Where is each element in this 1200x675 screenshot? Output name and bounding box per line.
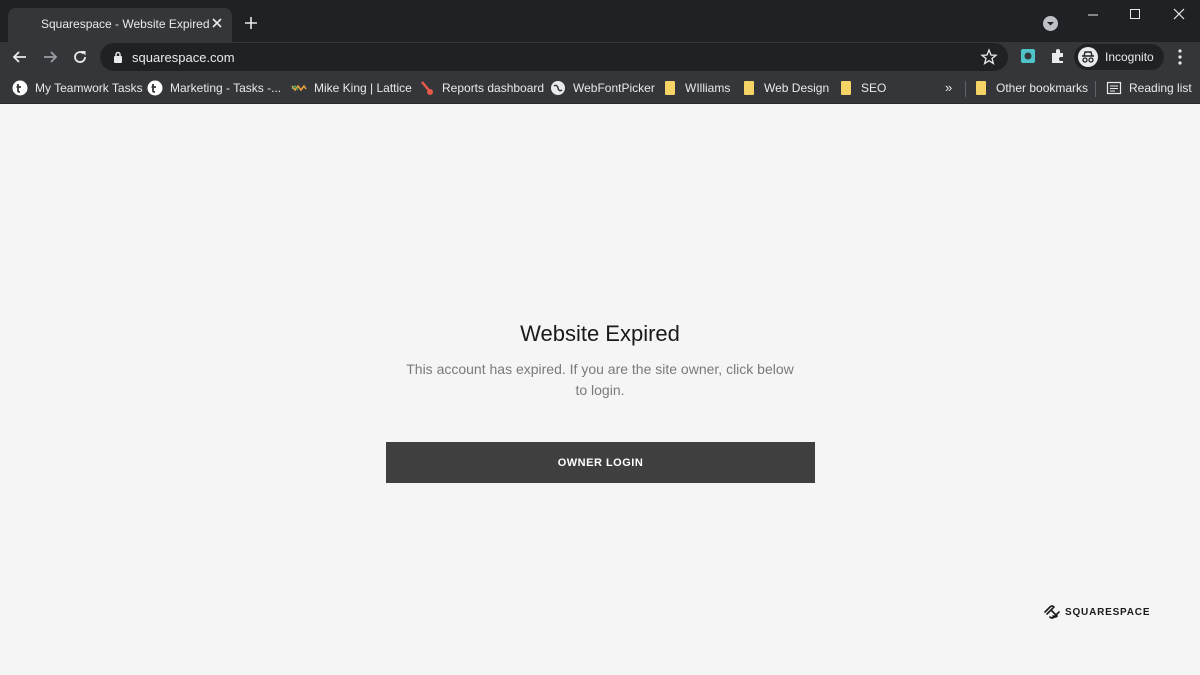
bookmark-label: SEO <box>861 81 887 95</box>
bookmark-lattice[interactable]: Mike King | Lattice <box>291 79 412 97</box>
other-bookmarks[interactable]: Other bookmarks <box>976 79 1088 97</box>
bookmark-label: WIlliams <box>685 81 731 95</box>
lattice-icon <box>291 84 307 92</box>
squarespace-brand[interactable]: SQUARESPACE <box>1043 604 1150 620</box>
bookmark-marketing-tasks[interactable]: Marketing - Tasks -... <box>147 79 281 97</box>
browser-toolbar: squarespace.com Incognito <box>0 42 1200 72</box>
reading-list-icon <box>1106 81 1122 95</box>
bookmark-my-teamwork-tasks[interactable]: My Teamwork Tasks <box>12 79 143 97</box>
reading-list[interactable]: Reading list <box>1106 79 1192 97</box>
bookmark-folder-web-design[interactable]: Web Design <box>744 79 829 97</box>
reading-list-label: Reading list <box>1129 81 1192 95</box>
squarespace-logo-icon <box>1044 605 1060 619</box>
reload-icon[interactable] <box>70 47 90 67</box>
back-arrow-icon[interactable] <box>10 47 30 67</box>
bookmark-label: My Teamwork Tasks <box>35 81 143 95</box>
folder-icon <box>841 81 851 95</box>
reports-icon <box>421 81 433 95</box>
squarespace-wordmark: SQUARESPACE <box>1065 606 1151 618</box>
tab-title: Squarespace - Website Expired <box>41 17 210 31</box>
bookmarks-divider <box>1095 81 1096 97</box>
browser-menu-icon[interactable] <box>1172 47 1188 67</box>
teamwork-icon <box>12 80 28 96</box>
folder-icon <box>665 81 675 95</box>
expired-message: This account has expired. If you are the… <box>406 361 794 398</box>
bookmark-label: Reports dashboard <box>442 81 545 95</box>
bookmarks-overflow-button[interactable]: » <box>945 80 952 95</box>
folder-icon <box>744 81 754 95</box>
globe-icon <box>551 81 565 95</box>
bookmark-star-icon[interactable] <box>980 48 998 66</box>
address-bar[interactable]: squarespace.com <box>100 43 1008 71</box>
squarespace-favicon-icon <box>20 17 36 33</box>
teamwork-icon <box>147 80 163 96</box>
bookmark-webfontpicker[interactable]: WebFontPicker <box>550 79 655 97</box>
forward-arrow-icon[interactable] <box>40 47 60 67</box>
close-tab-icon[interactable] <box>208 14 226 32</box>
bookmark-folder-williams[interactable]: WIlliams <box>665 79 730 97</box>
folder-icon <box>976 81 986 95</box>
browser-tab[interactable]: Squarespace - Website Expired <box>8 8 232 42</box>
incognito-icon <box>1078 47 1098 67</box>
incognito-label: Incognito <box>1105 50 1154 64</box>
owner-login-button[interactable]: OWNER LOGIN <box>386 442 815 483</box>
bookmark-folder-seo[interactable]: SEO <box>841 79 886 97</box>
bookmark-label: Marketing - Tasks -... <box>170 81 282 95</box>
bookmarks-divider <box>965 81 966 97</box>
bookmarks-bar: My Teamwork Tasks Marketing - Tasks -...… <box>0 72 1200 104</box>
bookmark-label: Mike King | Lattice <box>314 81 412 95</box>
maximize-icon[interactable] <box>1120 4 1150 26</box>
page-title: Website Expired <box>520 321 680 346</box>
bookmark-label: WebFontPicker <box>573 81 655 95</box>
bookmark-label: Web Design <box>764 81 830 95</box>
bookmark-reports-dashboard[interactable]: Reports dashboard <box>419 79 544 97</box>
new-tab-icon[interactable] <box>242 14 260 32</box>
lock-icon[interactable] <box>113 51 123 63</box>
incognito-profile-button[interactable]: Incognito <box>1074 44 1164 70</box>
tab-search-icon[interactable] <box>1043 16 1058 31</box>
close-window-icon[interactable] <box>1164 4 1194 26</box>
minimize-icon[interactable] <box>1078 4 1108 26</box>
extension-icon[interactable] <box>1019 47 1037 65</box>
browser-title-bar: Squarespace - Website Expired <box>0 0 1200 42</box>
page-content: Website Expired This account has expired… <box>0 104 1200 675</box>
extensions-puzzle-icon[interactable] <box>1049 47 1067 65</box>
url-text[interactable]: squarespace.com <box>132 50 235 65</box>
other-bookmarks-label: Other bookmarks <box>996 81 1089 95</box>
